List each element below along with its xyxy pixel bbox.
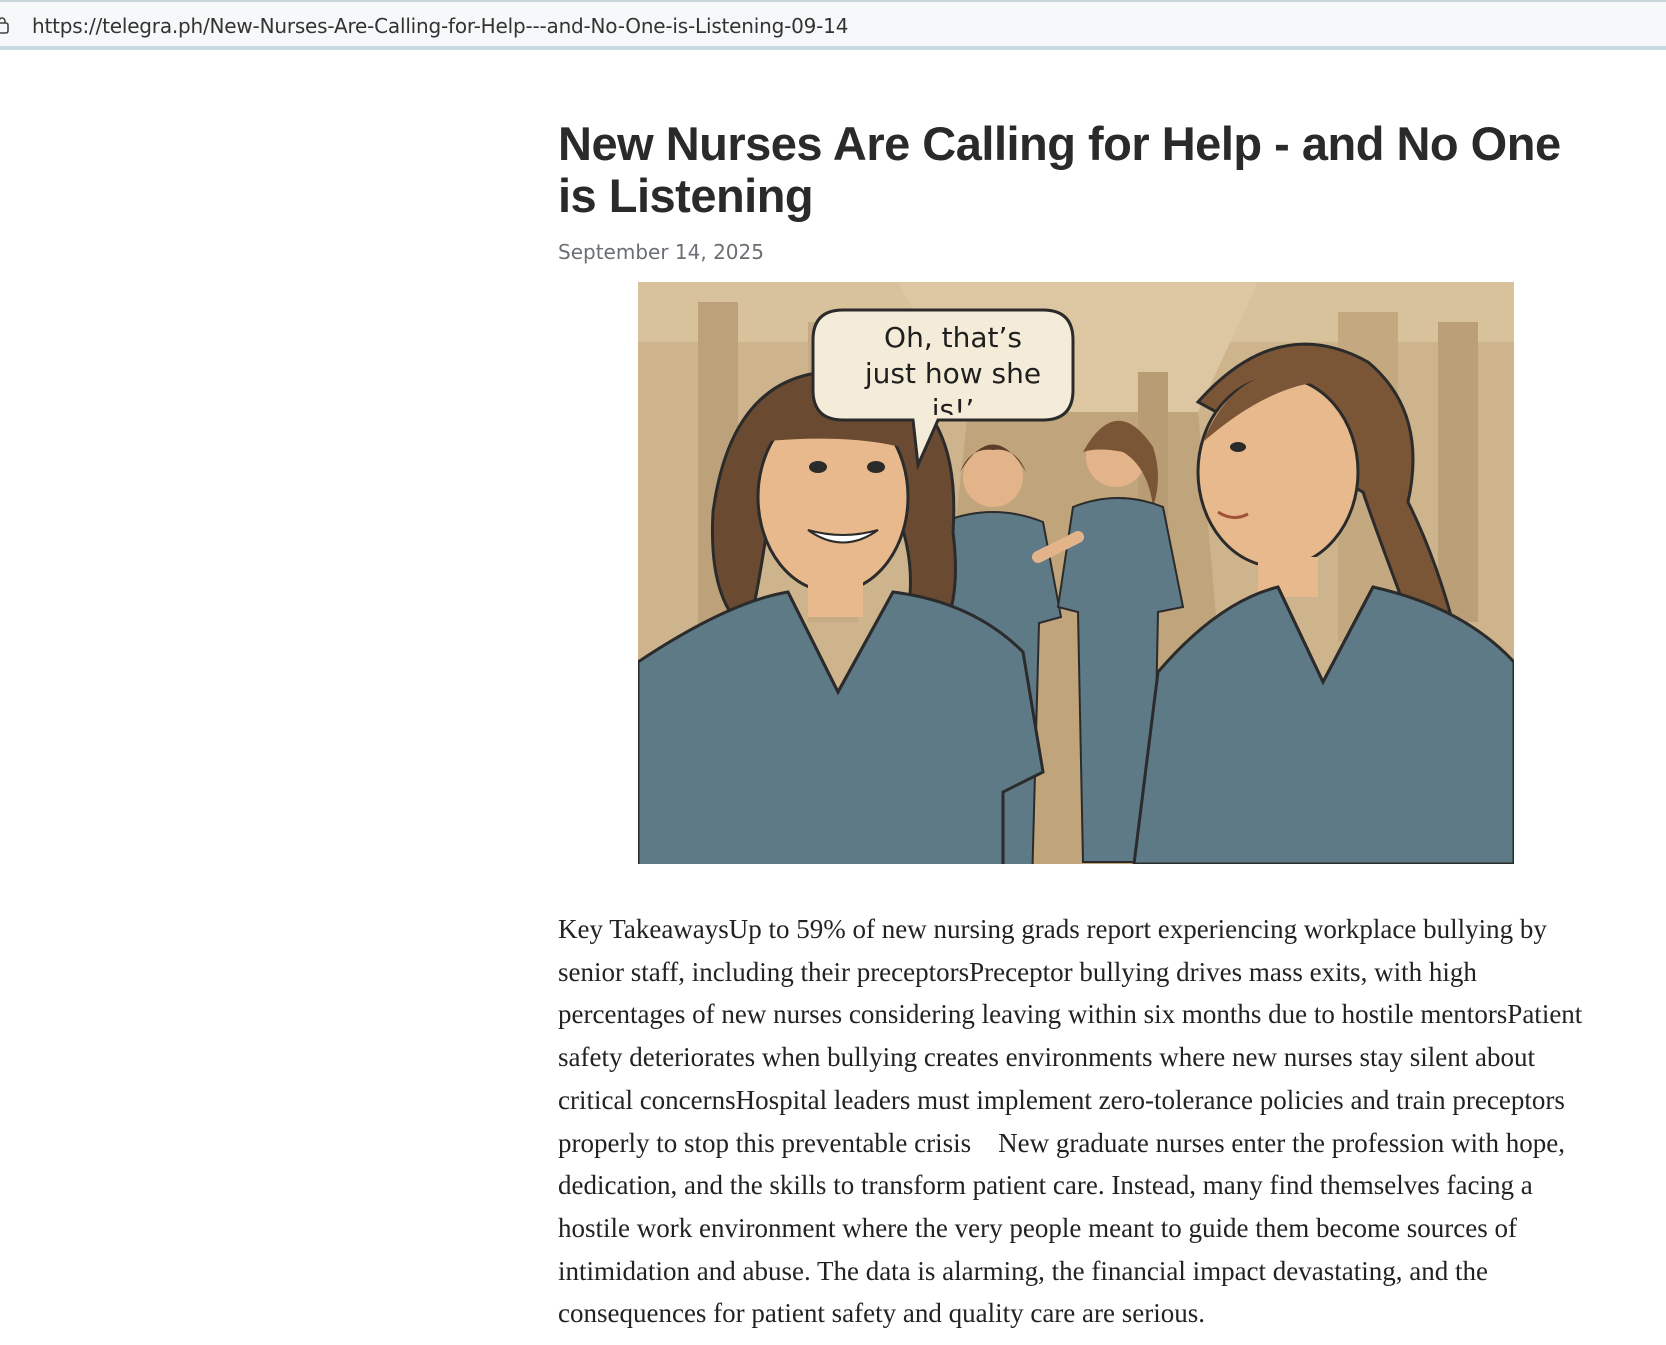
speech-bubble-text: Oh, that’s just how she is!’ <box>864 321 1042 415</box>
article-illustration: Oh, that’s just how she is!’ <box>638 282 1514 864</box>
address-bar[interactable]: https://telegra.ph/New-Nurses-Are-Callin… <box>0 0 1666 50</box>
publish-date: September 14, 2025 <box>558 240 764 264</box>
article: New Nurses Are Calling for Help - and No… <box>558 96 1598 1329</box>
article-body: Key TakeawaysUp to 59% of new nursing gr… <box>558 914 1583 1329</box>
lock-icon <box>0 17 9 34</box>
page-title: New Nurses Are Calling for Help - and No… <box>558 117 1561 222</box>
url-text[interactable]: https://telegra.ph/New-Nurses-Are-Callin… <box>32 14 848 38</box>
illustration-svg: Oh, that’s just how she is!’ <box>638 282 1514 864</box>
